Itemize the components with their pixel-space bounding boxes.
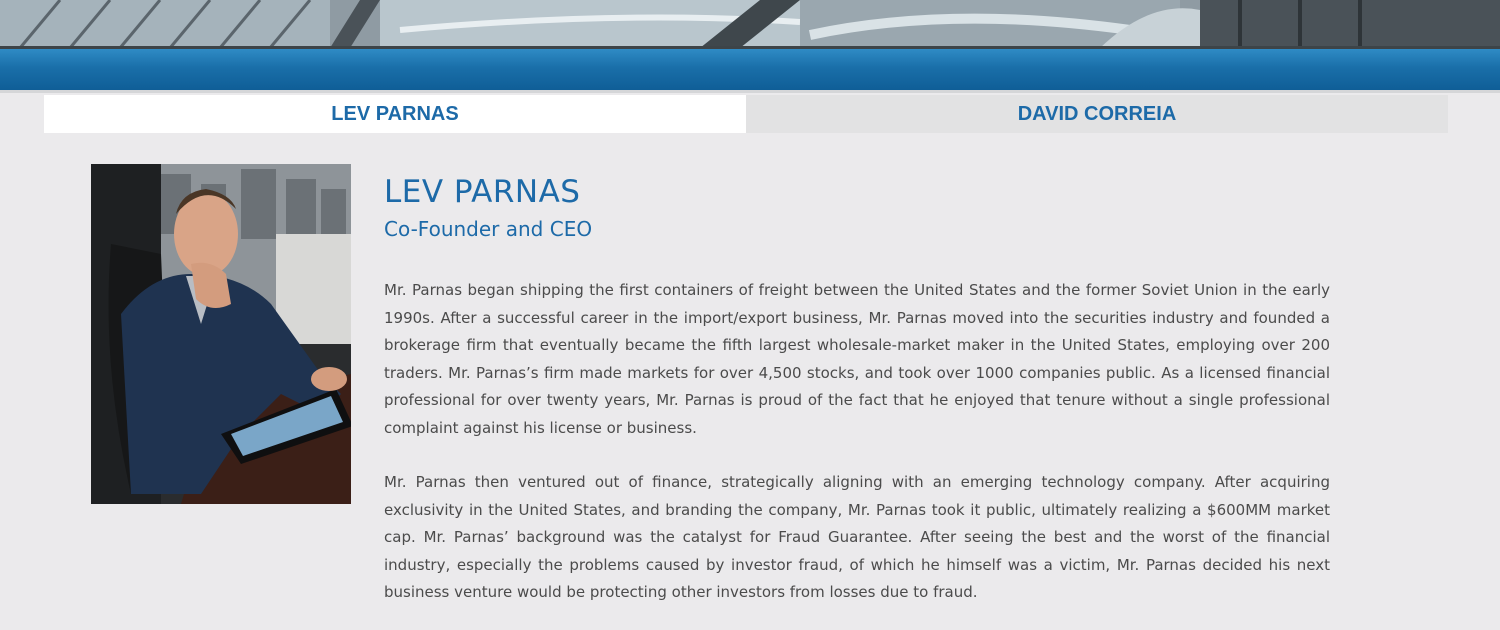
navigation-bar-shadow xyxy=(0,90,1500,93)
profile-name: LEV PARNAS xyxy=(384,174,581,210)
profile-tabs: LEV PARNAS DAVID CORREIA xyxy=(44,95,1448,133)
hero-banner-image xyxy=(0,0,1500,48)
tab-lev-parnas[interactable]: LEV PARNAS xyxy=(44,95,746,133)
bio-paragraph-1: Mr. Parnas began shipping the first cont… xyxy=(384,281,1330,437)
tab-david-correia[interactable]: DAVID CORREIA xyxy=(746,95,1448,133)
profile-photo xyxy=(91,164,351,504)
profile-content: LEV PARNAS Co-Founder and CEO Mr. Parnas… xyxy=(384,173,1330,601)
profile-title: Co-Founder and CEO xyxy=(384,217,593,241)
bio-paragraph-2: Mr. Parnas then ventured out of finance,… xyxy=(384,473,1330,601)
navigation-bar xyxy=(0,49,1500,90)
